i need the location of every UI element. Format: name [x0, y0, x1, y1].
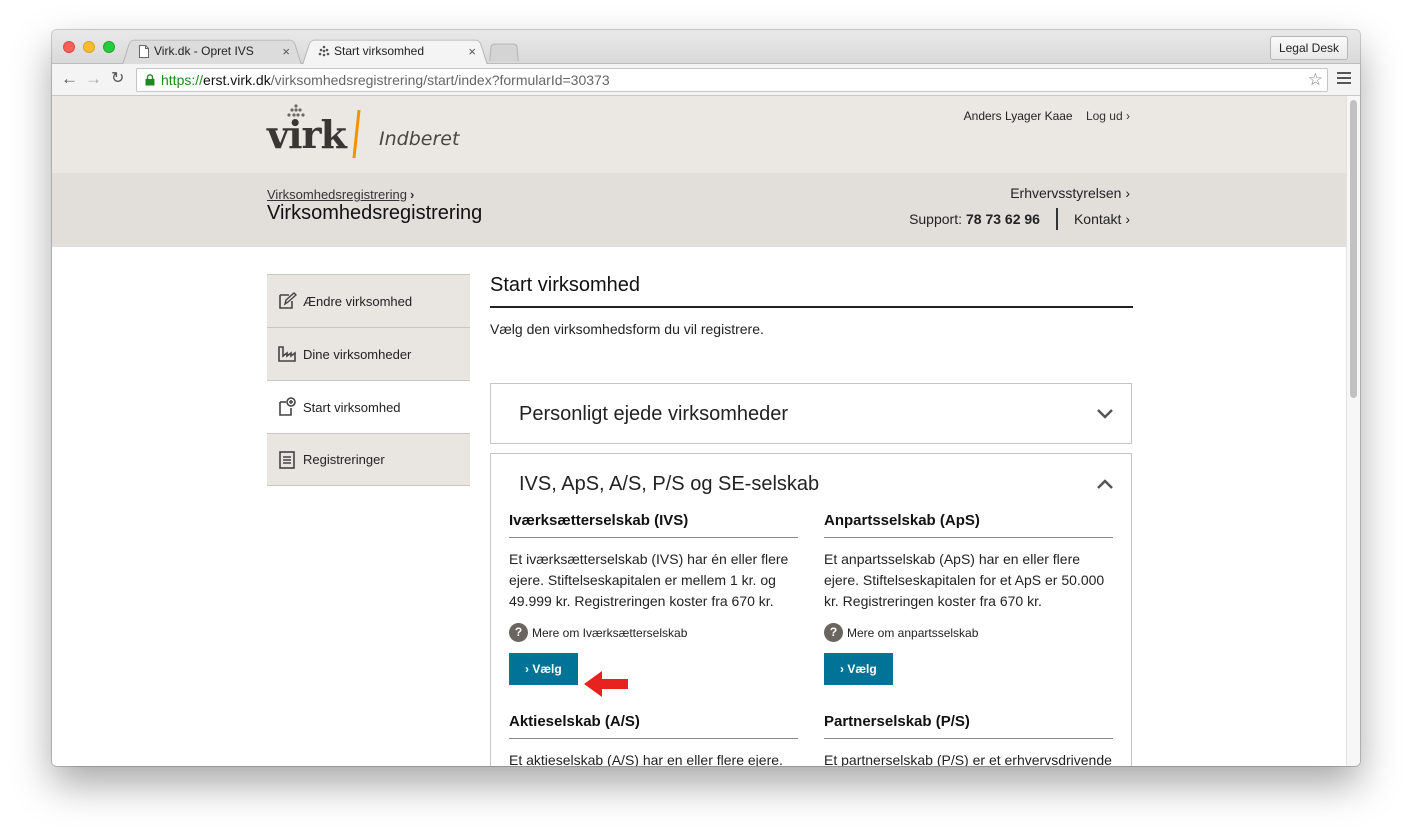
document-icon [139, 44, 149, 58]
forward-icon[interactable]: → [85, 70, 102, 88]
tab-title: Start virksomhed [334, 44, 425, 58]
sidebar-item-label: Registreringer [303, 452, 385, 467]
new-tab-button[interactable] [489, 43, 519, 62]
side-navigation: Ændre virksomhed Dine virksomheder Start… [267, 274, 470, 486]
browser-toolbar: ← → ↻ https://erst.virk.dk/virksomhedsre… [52, 64, 1360, 96]
help-icon: ? [824, 623, 843, 642]
card-title: Iværksætterselskab (IVS) [509, 512, 798, 538]
virk-favicon-icon [318, 45, 330, 56]
chevron-up-icon[interactable] [1096, 478, 1114, 490]
tab-title: Virk.dk - Opret IVS [154, 44, 254, 58]
accordion-title: IVS, ApS, A/S, P/S og SE-selskab [519, 473, 820, 495]
site-subheader [52, 173, 1346, 247]
more-info-link[interactable]: ? Mere om Iværksætterselskab [509, 623, 798, 642]
card-text: Et anpartsselskab (ApS) har en eller fle… [824, 551, 1105, 609]
list-document-icon [279, 450, 295, 469]
tab-opret-ivs[interactable]: Virk.dk - Opret IVS × [122, 37, 302, 65]
reload-icon[interactable]: ↻ [111, 70, 124, 88]
menu-icon[interactable] [1337, 72, 1351, 87]
red-arrow-annotation-icon [584, 671, 628, 697]
erhvervsstyrelsen-link[interactable]: Erhvervsstyrelsen › [1010, 185, 1130, 201]
card-title: Anpartsselskab (ApS) [824, 512, 1113, 538]
user-name: Anders Lyager Kaae [963, 109, 1073, 123]
sidebar-item-start-virksomhed[interactable]: Start virksomhed [267, 380, 470, 433]
minimize-window-button[interactable] [83, 41, 95, 53]
edit-document-icon [279, 292, 297, 309]
url-host: erst.virk.dk [203, 72, 271, 88]
tab-close-icon[interactable]: × [282, 44, 290, 59]
accordion-title: Personligt ejede virksomheder [519, 403, 789, 425]
logout-link[interactable]: Log ud › [1086, 109, 1130, 123]
close-window-button[interactable] [63, 41, 75, 53]
card-title: Partnerselskab (P/S) [824, 713, 1113, 739]
logo-text: virk [267, 112, 347, 157]
card-text: Et aktieselskab (A/S) har en eller flere… [509, 752, 783, 766]
divider [1055, 208, 1058, 230]
sidebar-item-label: Start virksomhed [303, 399, 401, 415]
company-card-aps: Anpartsselskab (ApS) Et anpartsselskab (… [824, 512, 1113, 685]
logo-divider [352, 110, 361, 158]
factory-icon [278, 346, 296, 362]
support-number[interactable]: 78 73 62 96 [966, 211, 1040, 227]
company-card-ps: Partnerselskab (P/S) Et partnerselskab (… [824, 713, 1113, 766]
back-icon[interactable]: ← [61, 70, 78, 88]
lock-icon [145, 74, 155, 86]
chevron-down-icon[interactable] [1096, 408, 1114, 420]
more-info-link[interactable]: ? Mere om anpartsselskab [824, 623, 1113, 642]
sidebar-item-label: Ændre virksomhed [303, 293, 413, 309]
tab-close-icon[interactable]: × [468, 44, 476, 59]
section-heading: Start virksomhed [490, 274, 1133, 308]
support-area: Support: 78 73 62 96 Kontakt › [909, 208, 1130, 230]
breadcrumb[interactable]: Virksomhedsregistrering › [267, 187, 414, 202]
breadcrumb-link[interactable]: Virksomhedsregistrering [267, 187, 407, 202]
card-title: Aktieselskab (A/S) [509, 713, 798, 739]
sidebar-item-registreringer[interactable]: Registreringer [267, 433, 470, 486]
company-card-ivs: Iværksætterselskab (IVS) Et iværksætters… [509, 512, 798, 685]
help-icon: ? [509, 623, 528, 642]
support-label: Support: [909, 211, 962, 227]
tab-start-virksomhed[interactable]: Start virksomhed × [302, 37, 488, 65]
browser-window: Virk.dk - Opret IVS × Start virksomhed ×… [52, 30, 1360, 766]
accordion-selskaber[interactable]: IVS, ApS, A/S, P/S og SE-selskab Iværksæ… [490, 453, 1132, 766]
accordion-personligt-ejede[interactable]: Personligt ejede virksomheder [490, 383, 1132, 444]
breadcrumb-chevron: › [409, 187, 415, 202]
contact-link[interactable]: Kontakt › [1074, 211, 1130, 227]
legal-desk-button[interactable]: Legal Desk [1269, 36, 1348, 60]
more-info-label: Mere om anpartsselskab [847, 625, 979, 640]
add-document-icon [279, 397, 296, 416]
sidebar-item-dine-virksomheder[interactable]: Dine virksomheder [267, 327, 470, 380]
sidebar-item-label: Dine virksomheder [303, 346, 412, 362]
intro-text: Vælg den virksomhedsform du vil registre… [490, 321, 764, 337]
zoom-window-button[interactable] [103, 41, 115, 53]
card-text: Et partnerselskab (P/S) er et erhvervsdr… [824, 752, 1112, 766]
user-area: Anders Lyager Kaae Log ud › [964, 109, 1130, 123]
page-title: Virksomhedsregistrering [267, 202, 483, 224]
select-ivs-button[interactable]: › Vælg [509, 653, 578, 685]
url-scheme: https:// [161, 72, 204, 88]
sidebar-item-aendre-virksomhed[interactable]: Ændre virksomhed [267, 274, 470, 327]
page-viewport: virk Indberet Anders Lyager Kaae Log ud … [52, 96, 1346, 766]
company-card-as: Aktieselskab (A/S) Et aktieselskab (A/S)… [509, 713, 798, 766]
tab-bar: Virk.dk - Opret IVS × Start virksomhed ×… [52, 30, 1360, 65]
star-icon[interactable]: ☆ [1308, 69, 1323, 91]
card-text: Et iværksætterselskab (IVS) har én eller… [509, 551, 789, 609]
more-info-label: Mere om Iværksætterselskab [532, 625, 688, 640]
scrollbar[interactable] [1346, 96, 1360, 766]
url-path: /virksomhedsregistrering/start/index?for… [270, 72, 610, 88]
site-header: virk Indberet Anders Lyager Kaae Log ud … [52, 96, 1346, 173]
logo-subtitle: Indberet [379, 128, 460, 150]
scrollbar-thumb[interactable] [1350, 100, 1357, 398]
address-bar[interactable]: https://erst.virk.dk/virksomhedsregistre… [136, 68, 1328, 92]
virk-logo[interactable]: virk Indberet [267, 104, 467, 164]
main-content: Start virksomhed Vælg den virksomhedsfor… [490, 274, 1133, 337]
select-aps-button[interactable]: › Vælg [824, 653, 893, 685]
